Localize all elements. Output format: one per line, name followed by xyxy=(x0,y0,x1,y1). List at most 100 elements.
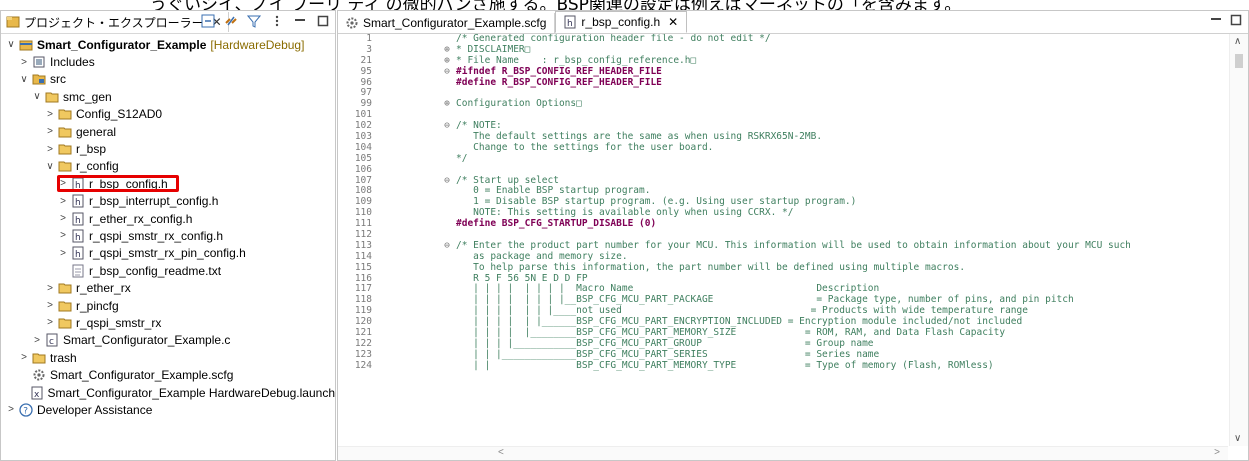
scroll-thumb[interactable] xyxy=(1235,54,1243,68)
chevron-right-icon[interactable]: > xyxy=(44,126,56,138)
maximize-icon[interactable] xyxy=(315,13,331,29)
folder-icon xyxy=(58,142,72,156)
fold-gutter xyxy=(440,274,454,285)
collapse-fold-icon[interactable]: ⊖ xyxy=(440,240,454,252)
collapse-fold-icon[interactable]: ⊖ xyxy=(440,66,454,78)
svg-text:h: h xyxy=(567,19,573,29)
tree-item[interactable]: Smart_Configurator_Example.scfg xyxy=(1,366,335,383)
tree-item[interactable]: ∨ r_config xyxy=(1,158,335,175)
svg-text:?: ? xyxy=(23,406,28,416)
chevron-right-icon[interactable]: > xyxy=(18,352,30,364)
tree-item[interactable]: > h r_ether_rx_config.h xyxy=(1,210,335,227)
tab-project-explorer[interactable]: プロジェクト・エクスプローラー ✕ xyxy=(1,12,229,32)
chevron-right-icon[interactable]: > xyxy=(57,247,69,259)
scroll-up-icon[interactable]: ∧ xyxy=(1234,36,1241,47)
tree-item[interactable]: > trash xyxy=(1,349,335,366)
tree-item-label: r_qspi_smstr_rx_config.h xyxy=(89,228,224,243)
maximize-icon[interactable] xyxy=(1230,14,1242,29)
chevron-right-icon[interactable]: > xyxy=(18,56,30,68)
collapse-fold-icon[interactable]: ⊖ xyxy=(440,120,454,132)
link-with-editor-icon[interactable] xyxy=(223,13,239,29)
includes-icon xyxy=(32,55,46,69)
horizontal-scrollbar[interactable]: < > xyxy=(338,446,1228,460)
code-line: 104 Change to the settings for the user … xyxy=(338,142,1228,154)
project-explorer-icon xyxy=(5,14,21,30)
editor-window-buttons xyxy=(1210,14,1242,29)
tree-item[interactable]: > c Smart_Configurator_Example.c xyxy=(1,332,335,349)
fold-gutter xyxy=(440,306,454,317)
fold-gutter xyxy=(440,284,454,295)
tree-item-label: Smart_Configurator_Example xyxy=(37,37,207,52)
tree-item[interactable]: > h r_qspi_smstr_rx_config.h xyxy=(1,227,335,244)
project-icon xyxy=(19,38,33,52)
tree-item[interactable]: ∨ smc_gen xyxy=(1,88,335,105)
close-icon[interactable]: ✕ xyxy=(668,15,678,29)
code-text: #ifndef R_BSP_CONFIG_REF_HEADER_FILE xyxy=(456,65,662,77)
line-number: 97 xyxy=(360,87,372,99)
tab-scfg[interactable]: Smart_Configurator_Example.scfg xyxy=(338,13,556,33)
view-menu-icon[interactable] xyxy=(269,13,285,29)
svg-text:x: x xyxy=(34,390,40,400)
tree-item[interactable]: > r_qspi_smstr_rx xyxy=(1,314,335,331)
help-icon: ? xyxy=(19,403,33,417)
chevron-down-icon[interactable]: ∨ xyxy=(31,91,43,103)
svg-text:h: h xyxy=(75,250,81,260)
tree-item[interactable]: > h r_bsp_interrupt_config.h xyxy=(1,193,335,210)
chevron-down-icon[interactable]: ∨ xyxy=(5,39,17,51)
fold-gutter xyxy=(440,350,454,361)
chevron-right-icon[interactable]: > xyxy=(44,300,56,312)
chevron-right-icon[interactable]: > xyxy=(57,230,69,242)
tree-item-label: Smart_Configurator_Example HardwareDebug… xyxy=(47,385,335,400)
tree-item[interactable]: ∨ src xyxy=(1,71,335,88)
tree-item-label: r_pincfg xyxy=(76,298,119,313)
tree-item[interactable]: > r_bsp xyxy=(1,140,335,157)
tree-item[interactable]: > r_ether_rx xyxy=(1,279,335,296)
tree-item[interactable]: > h r_qspi_smstr_rx_pin_config.h xyxy=(1,245,335,262)
vertical-scrollbar[interactable]: ∧ ∨ xyxy=(1229,34,1248,446)
tree-item[interactable]: > r_pincfg xyxy=(1,297,335,314)
source-folder-icon xyxy=(32,72,46,86)
scroll-left-icon[interactable]: < xyxy=(498,447,504,458)
fold-gutter xyxy=(440,154,454,165)
line-number: 3 xyxy=(366,43,372,55)
tab-r-bsp-config[interactable]: h r_bsp_config.h ✕ xyxy=(555,11,688,33)
chevron-right-icon[interactable]: > xyxy=(44,143,56,155)
collapse-fold-icon[interactable]: ⊖ xyxy=(440,175,454,187)
tree-item-label: trash xyxy=(50,350,77,365)
chevron-right-icon[interactable]: > xyxy=(44,317,56,329)
tree-item[interactable]: > Config_S12AD0 xyxy=(1,106,335,123)
tree-item[interactable]: > Includes xyxy=(1,53,335,70)
folder-icon xyxy=(58,159,72,173)
scroll-down-icon[interactable]: ∨ xyxy=(1234,433,1241,444)
tree-item-label: r_bsp_config_readme.txt xyxy=(89,263,222,278)
chevron-right-icon[interactable]: > xyxy=(31,334,43,346)
svg-text:h: h xyxy=(75,216,81,226)
tree-item[interactable]: >? Developer Assistance xyxy=(1,401,335,418)
tree-item[interactable]: r_bsp_config_readme.txt xyxy=(1,262,335,279)
minimize-icon[interactable] xyxy=(1210,14,1222,29)
tree-item-label: Includes xyxy=(50,55,95,70)
chevron-down-icon[interactable]: ∨ xyxy=(18,73,30,85)
code-area[interactable]: 1/* Generated configuration header file … xyxy=(338,34,1228,446)
code-text: */ xyxy=(456,152,468,164)
chevron-right-icon[interactable]: > xyxy=(44,108,56,120)
code-line: 111 #define BSP_CFG_STARTUP_DISABLE (0) xyxy=(338,218,1228,230)
gear-icon xyxy=(32,368,46,382)
chevron-down-icon[interactable]: ∨ xyxy=(44,160,56,172)
expand-fold-icon[interactable]: ⊕ xyxy=(440,98,454,110)
tree-item[interactable]: > h r_bsp_config.h xyxy=(1,175,335,193)
collapse-all-icon[interactable] xyxy=(200,13,216,29)
tree-item-decoration: [HardwareDebug] xyxy=(210,37,305,52)
svg-text:h: h xyxy=(75,233,81,243)
tree-item[interactable]: > general xyxy=(1,123,335,140)
tree-item[interactable]: ∨ Smart_Configurator_Example [HardwareDebu… xyxy=(1,36,335,53)
scroll-right-icon[interactable]: > xyxy=(1214,447,1220,458)
chevron-right-icon[interactable]: > xyxy=(57,213,69,225)
editor-tab-bar: Smart_Configurator_Example.scfg h r_bsp_… xyxy=(338,11,1248,34)
tree-item[interactable]: x Smart_Configurator_Example HardwareDebu… xyxy=(1,384,335,401)
chevron-right-icon[interactable]: > xyxy=(57,195,69,207)
chevron-right-icon[interactable]: > xyxy=(44,282,56,294)
filter-icon[interactable] xyxy=(246,13,262,29)
minimize-icon[interactable] xyxy=(292,13,308,29)
chevron-right-icon[interactable]: > xyxy=(5,404,17,416)
